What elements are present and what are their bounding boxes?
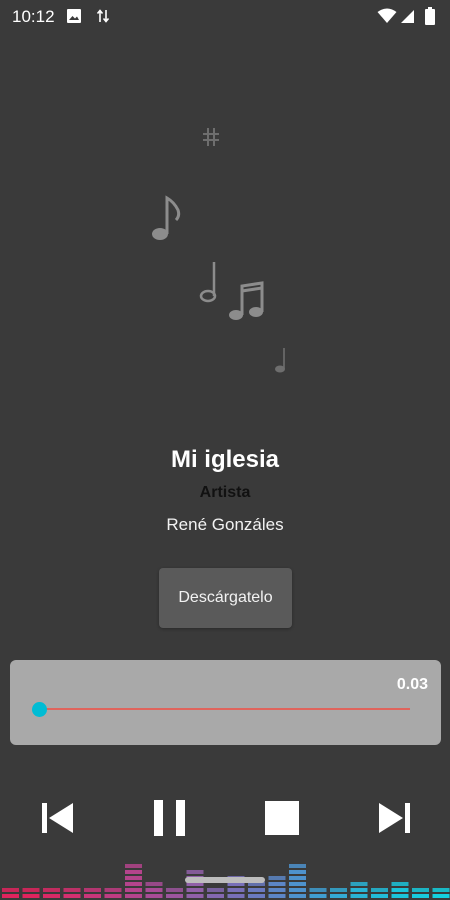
equalizer-segment — [2, 894, 19, 898]
equalizer-segment — [166, 894, 183, 898]
equalizer-segment — [432, 888, 450, 892]
equalizer-segment — [63, 888, 81, 892]
equalizer-segment — [309, 894, 327, 898]
equalizer-segment — [412, 894, 429, 898]
equalizer-segment — [289, 888, 306, 892]
half-note-icon — [199, 262, 217, 303]
equalizer-segment — [125, 888, 142, 892]
equalizer-segment — [166, 888, 183, 892]
equalizer-segment — [330, 888, 347, 892]
quarter-note-icon — [275, 348, 285, 373]
equalizer-segment — [43, 888, 60, 892]
equalizer-segment — [330, 894, 347, 898]
equalizer-segment — [22, 888, 40, 892]
image-icon — [67, 9, 81, 23]
equalizer-segment — [309, 888, 327, 892]
equalizer-segment — [145, 882, 163, 886]
progress-card: 0.03 — [10, 660, 441, 745]
equalizer-segment — [145, 888, 163, 892]
equalizer-segment — [391, 882, 409, 886]
equalizer-segment — [289, 882, 306, 886]
beamed-notes-icon — [229, 281, 264, 320]
equalizer-segment — [432, 894, 450, 898]
equalizer-segment — [391, 888, 409, 892]
equalizer-segment — [125, 864, 142, 868]
battery-icon — [425, 7, 435, 25]
equalizer-segment — [289, 876, 306, 880]
equalizer-segment — [186, 888, 204, 892]
equalizer-segment — [207, 888, 224, 892]
signal-icon — [401, 10, 414, 23]
sharp-note-icon — [203, 128, 219, 146]
equalizer-segment — [268, 894, 286, 898]
equalizer-segment — [227, 888, 245, 892]
artist-name: René Gonzáles — [166, 515, 284, 534]
gesture-nav-handle[interactable] — [185, 877, 265, 883]
equalizer-segment — [125, 876, 142, 880]
equalizer-segment — [84, 894, 101, 898]
artist-label: Artista — [199, 484, 251, 501]
equalizer-segment — [125, 894, 142, 898]
equalizer-segment — [268, 882, 286, 886]
equalizer-segment — [350, 888, 368, 892]
equalizer-segment — [289, 894, 306, 898]
song-title: Mi iglesia — [170, 446, 280, 473]
equalizer-segment — [248, 888, 265, 892]
wifi-icon — [377, 8, 397, 23]
equalizer-segment — [2, 888, 19, 892]
equalizer-segment — [289, 870, 306, 874]
equalizer-segment — [268, 888, 286, 892]
equalizer-segment — [104, 888, 122, 892]
equalizer-segment — [104, 894, 122, 898]
equalizer-segment — [350, 894, 368, 898]
equalizer-segment — [350, 882, 368, 886]
equalizer-segment — [43, 894, 60, 898]
data-transfer-icon — [96, 9, 110, 23]
equalizer-segment — [22, 894, 40, 898]
download-button[interactable]: Descárgatelo — [159, 568, 292, 628]
equalizer-segment — [186, 894, 204, 898]
equalizer-segment — [371, 894, 388, 898]
equalizer-segment — [207, 894, 224, 898]
equalizer-segment — [186, 870, 204, 874]
equalizer-segment — [412, 888, 429, 892]
equalizer-segment — [248, 894, 265, 898]
equalizer-visualizer — [2, 864, 450, 898]
equalizer-segment — [84, 888, 101, 892]
equalizer-segment — [63, 894, 81, 898]
status-time: 10:12 — [12, 7, 55, 26]
eighth-note-icon — [152, 195, 181, 240]
seek-bar[interactable] — [40, 708, 410, 710]
elapsed-time: 0.03 — [396, 676, 428, 693]
equalizer-segment — [371, 888, 388, 892]
equalizer-segment — [289, 864, 306, 868]
equalizer-segment — [125, 870, 142, 874]
equalizer-segment — [145, 894, 163, 898]
equalizer-segment — [391, 894, 409, 898]
equalizer-segment — [268, 876, 286, 880]
equalizer-segment — [125, 882, 142, 886]
seek-thumb[interactable] — [32, 702, 47, 717]
status-bar: 10:12 — [0, 0, 450, 34]
equalizer-segment — [227, 894, 245, 898]
